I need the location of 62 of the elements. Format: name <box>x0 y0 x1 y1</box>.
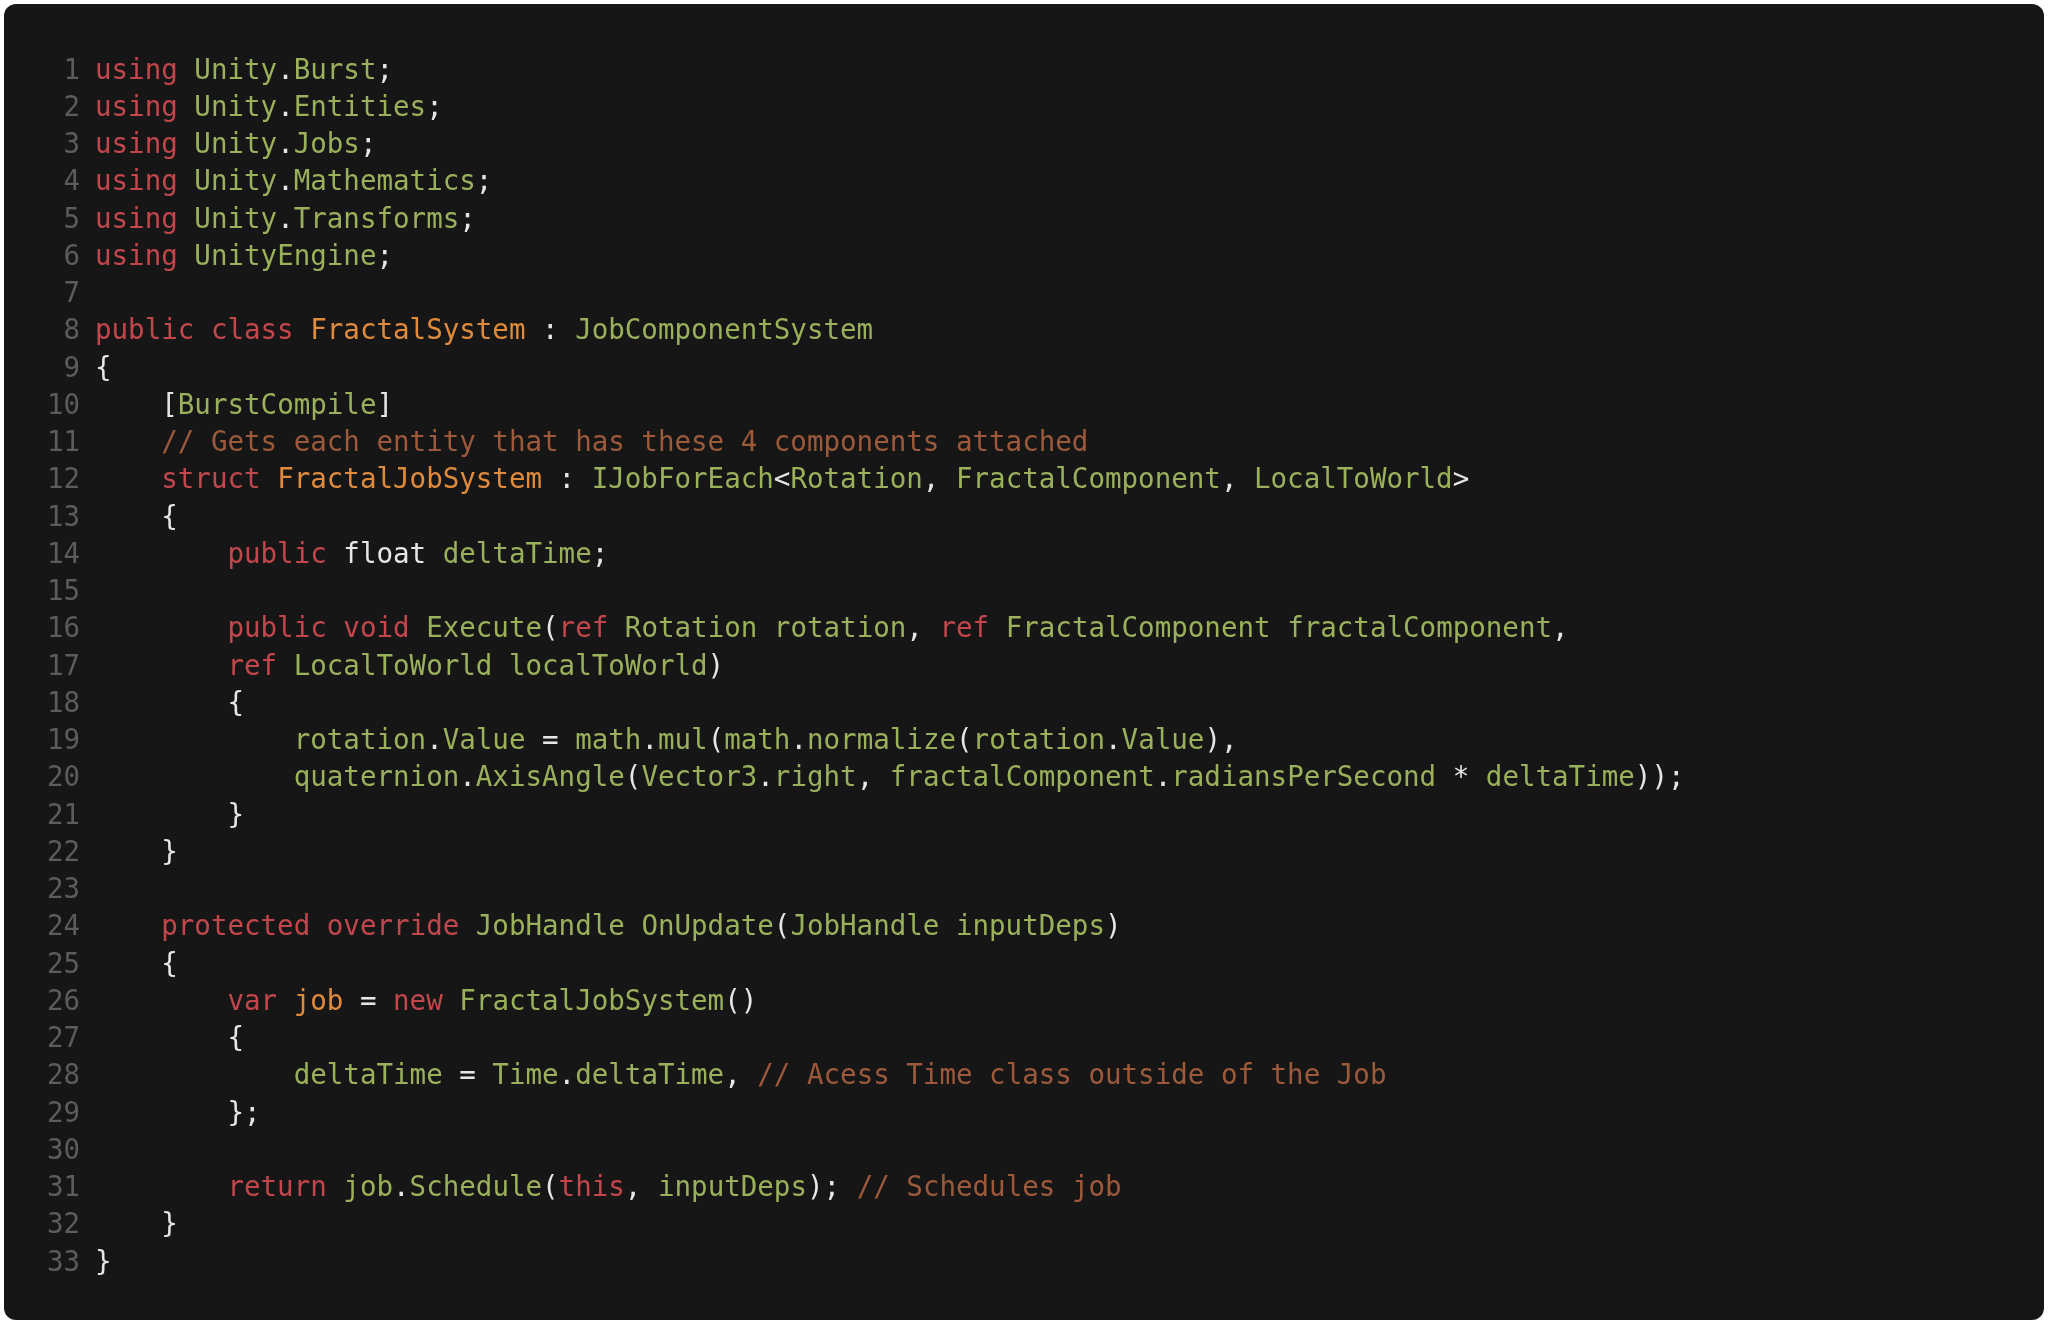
line-number: 3 <box>62 127 81 160</box>
line-number: 5 <box>62 201 81 234</box>
line-number: 29 <box>45 1095 81 1128</box>
line-number: 2 <box>62 89 81 122</box>
code-line: }; <box>226 1095 261 1128</box>
line-number: 12 <box>45 462 81 495</box>
code-line: { <box>226 1021 244 1054</box>
code-line: public float deltaTime; <box>226 536 609 569</box>
code-line: [BurstCompile] <box>160 387 394 420</box>
line-number: 24 <box>45 909 81 942</box>
code-line: using Unity.Burst; <box>95 52 394 85</box>
code-line: { <box>160 499 178 532</box>
code-line: } <box>160 1207 178 1240</box>
code-line: using Unity.Entities; <box>95 89 443 122</box>
line-number: 9 <box>62 350 81 383</box>
line-number: 25 <box>45 946 81 979</box>
code-line: rotation.Value = math.mul(math.normalize(rotation.Value), <box>292 723 1238 756</box>
line-number: 18 <box>45 685 81 718</box>
line-number: 7 <box>62 276 81 309</box>
code-line: public class FractalSystem : JobComponentSystem <box>95 313 874 346</box>
line-number: 23 <box>45 872 81 905</box>
line-number: 28 <box>45 1058 81 1091</box>
line-number: 16 <box>45 611 81 644</box>
line-number: 10 <box>45 387 81 420</box>
line-number: 6 <box>62 238 81 271</box>
line-number: 8 <box>62 313 81 346</box>
code-line: using UnityEngine; <box>95 238 394 271</box>
line-number: 15 <box>45 574 81 607</box>
code-line: protected override JobHandle OnUpdate(JobHandle inputDeps) <box>160 909 1122 942</box>
code-line: } <box>226 797 244 830</box>
line-number: 19 <box>45 723 81 756</box>
line-number: 13 <box>45 499 81 532</box>
code-line: var job = new FractalJobSystem() <box>226 983 758 1016</box>
code-line: { <box>226 685 244 718</box>
code-line: quaternion.AxisAngle(Vector3.right, fractalComponent.radiansPerSecond * deltaTime)); <box>292 760 1685 793</box>
code-line: // Gets each entity that has these 4 components attached <box>160 425 1089 458</box>
code-line: } <box>160 834 178 867</box>
code-line: } <box>95 1244 112 1277</box>
line-number: 26 <box>45 983 81 1016</box>
line-number: 4 <box>62 164 81 197</box>
line-number: 14 <box>45 536 81 569</box>
line-number: 27 <box>45 1021 81 1054</box>
line-number: 11 <box>45 425 81 458</box>
code-line: using Unity.Jobs; <box>95 127 377 160</box>
code-line: public void Execute(ref Rotation rotation, ref FractalComponent fractalComponent, <box>226 611 1569 644</box>
line-number: 31 <box>45 1170 81 1203</box>
line-number: 33 <box>45 1244 81 1277</box>
code-line: struct FractalJobSystem : IJobForEach<Rotation, FractalComponent, LocalToWorld> <box>160 462 1470 495</box>
line-number: 17 <box>45 648 81 681</box>
code-line: using Unity.Transforms; <box>95 201 476 234</box>
line-number: 30 <box>45 1132 81 1165</box>
line-number: 1 <box>62 52 81 85</box>
code-line: deltaTime = Time.deltaTime, // Acess Time class outside of the Job <box>292 1058 1387 1091</box>
line-number: 20 <box>45 760 81 793</box>
code-line: return job.Schedule(this, inputDeps); // Schedules job <box>226 1170 1122 1203</box>
code-line: { <box>160 946 178 979</box>
code-line: { <box>95 350 112 383</box>
line-number: 22 <box>45 834 81 867</box>
line-number: 21 <box>45 797 81 830</box>
line-number: 32 <box>45 1207 81 1240</box>
code-line: using Unity.Mathematics; <box>95 164 493 197</box>
code-line: ref LocalToWorld localToWorld) <box>226 648 725 681</box>
